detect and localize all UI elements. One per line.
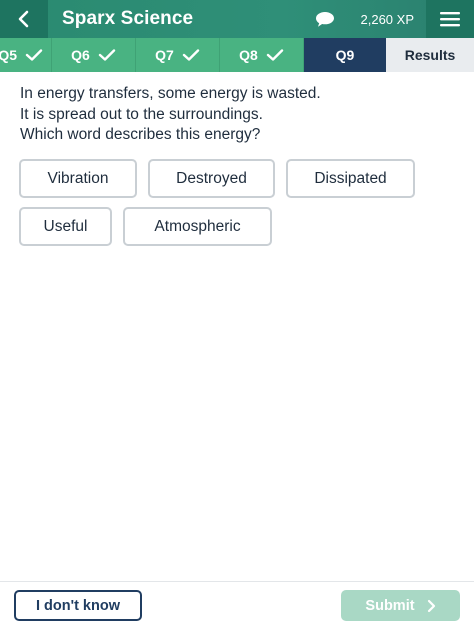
answer-option-atmospheric[interactable]: Atmospheric [123,207,272,246]
question-line: In energy transfers, some energy is wast… [20,85,321,102]
top-bar: Sparx Science 2,260 XP [0,0,474,38]
app-title: Sparx Science [62,8,194,29]
question-text: In energy transfers, some energy is wast… [20,84,460,146]
tab-results[interactable]: Results [386,38,474,72]
tab-q6[interactable]: Q6 [52,38,136,72]
back-button[interactable] [0,0,48,38]
tab-label: Q9 [335,47,355,63]
footer-divider [0,581,474,582]
tab-label: Q5 [0,47,17,63]
tab-q9[interactable]: Q9 [304,38,386,72]
hamburger-menu-icon [440,12,460,27]
checkmark-icon [98,49,116,61]
answer-option-dissipated[interactable]: Dissipated [286,159,415,198]
answer-option-useful[interactable]: Useful [19,207,112,246]
checkmark-icon [25,49,43,61]
question-tabs: Q5 Q6 Q7 Q8 Q9 Results [0,38,474,72]
menu-button[interactable] [426,0,474,38]
dont-know-button[interactable]: I don't know [14,590,142,621]
tab-label: Q7 [155,47,174,63]
tab-q8[interactable]: Q8 [220,38,304,72]
speech-bubble-icon[interactable] [315,10,337,28]
checkmark-icon [182,49,200,61]
chevron-left-icon [18,10,29,28]
tab-q5[interactable]: Q5 [0,38,52,72]
xp-counter: 2,260 XP [360,11,415,27]
tab-q7[interactable]: Q7 [136,38,220,72]
answer-option-destroyed[interactable]: Destroyed [148,159,275,198]
tab-label: Q8 [239,47,258,63]
submit-label: Submit [365,597,415,614]
submit-button[interactable]: Submit [341,590,460,621]
question-line: Which word describes this energy? [20,126,261,143]
tab-label: Q6 [71,47,90,63]
question-line: It is spread out to the surroundings. [20,105,263,123]
chevron-right-icon [427,599,435,612]
tab-label: Results [404,47,456,63]
answer-option-vibration[interactable]: Vibration [19,159,137,198]
checkmark-icon [266,49,284,61]
